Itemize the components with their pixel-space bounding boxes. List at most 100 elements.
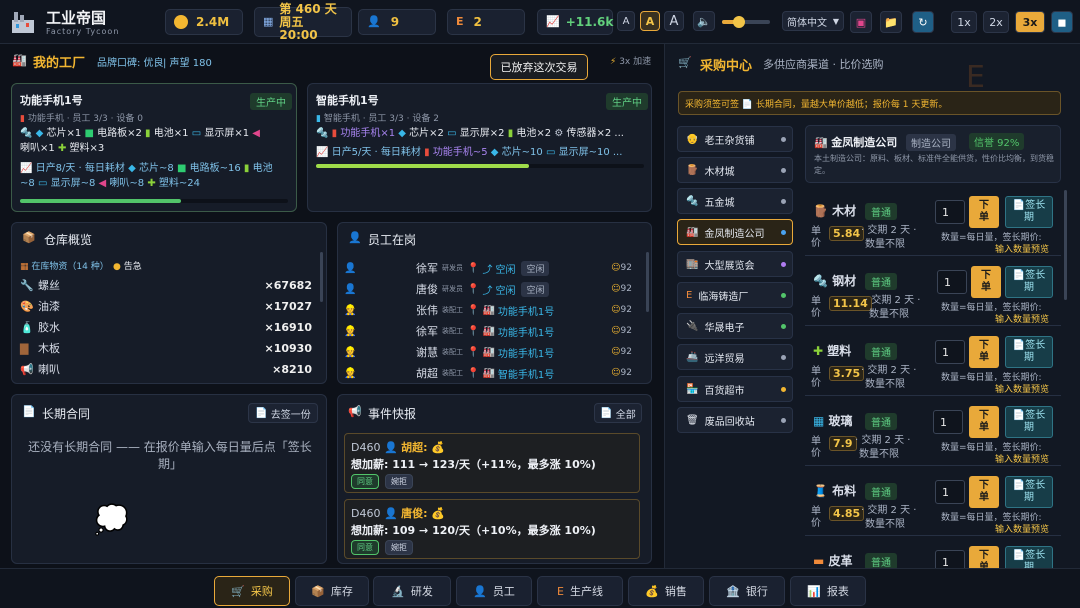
- nav-bank-button[interactable]: 🏦 银行: [709, 576, 785, 606]
- factory-icon: 🏭: [814, 136, 828, 149]
- line-meta: ▮ 功能手机 · 员工 3/3 · 设备 0: [20, 114, 143, 124]
- load-button[interactable]: 📁: [880, 11, 902, 33]
- save-button[interactable]: ▣: [850, 11, 872, 33]
- phone-icon: ▮: [316, 114, 321, 124]
- material-card: 🔩 钢材 普通 单价 11.14 · 交期 2 天 · 数量不限 1 下单 📄签…: [805, 260, 1061, 326]
- brand-reputation: 品牌口碑: 优良: [97, 58, 164, 69]
- box-icon: 📦: [22, 231, 36, 244]
- event-card: D460 👤 唐俊: 💰 想加薪: 109 → 120/天（+10%，最多涨 1…: [344, 499, 640, 559]
- chart-up-icon: 📈: [546, 15, 560, 28]
- flask-icon: 🔬: [391, 584, 405, 598]
- supplier-item-selected[interactable]: 🏭 金凤制造公司: [677, 219, 793, 245]
- bolt-icon: ⚡: [610, 57, 617, 67]
- supplier-item[interactable]: 🪵 木材城: [677, 157, 793, 183]
- supplier-item[interactable]: 🏬 大型展览会: [677, 251, 793, 277]
- supplier-item[interactable]: Ε 临海铸造厂: [677, 282, 793, 308]
- supplier-item[interactable]: 👴 老王杂货铺: [677, 126, 793, 152]
- warehouse-scrollbar[interactable]: [320, 252, 323, 302]
- nav-research-button[interactable]: 🔬 研发: [373, 576, 451, 606]
- purchase-subtitle: 多供应商渠道 · 比价选购: [763, 58, 884, 71]
- quantity-input[interactable]: 1: [935, 340, 965, 364]
- long-term-button[interactable]: 📄签长期: [1005, 406, 1053, 438]
- quantity-input[interactable]: 1: [935, 200, 965, 224]
- pause-button[interactable]: ◼: [1051, 11, 1073, 33]
- supplier-item[interactable]: 🚢 远洋贸易: [677, 344, 793, 370]
- day-label: 第 460 天: [279, 1, 337, 16]
- purchase-notice: 采购须签可签 📄 长期合同，量越大单价越低；报价每 1 天更新。: [678, 91, 1061, 115]
- crane-decoration-icon: Ε: [966, 60, 985, 95]
- staff-row[interactable]: 👷 胡超 装配工 📍 🏭 智能手机1号 ☺92: [344, 363, 640, 383]
- time-label: 周五 20:00: [279, 14, 318, 42]
- order-button[interactable]: 下单: [971, 266, 1001, 298]
- order-button[interactable]: 下单: [969, 196, 999, 228]
- vendor-description: 本土制造公司：原料、板材、标准件全能供货，性价比均衡，到货稳定。: [814, 154, 1054, 175]
- staff-row[interactable]: 👤 徐军 研发员 📍 ⤴ 空闲 空闲 ☺92: [344, 258, 640, 278]
- speaker-icon: 🔈: [697, 14, 711, 28]
- font-medium-button[interactable]: A: [640, 11, 660, 31]
- nav-inventory-button[interactable]: 📦 库存: [295, 576, 369, 606]
- staff-row[interactable]: 👷 张伟 装配工 📍 🏭 功能手机1号 ☺92: [344, 300, 640, 320]
- order-button[interactable]: 下单: [969, 336, 999, 368]
- order-button[interactable]: 下单: [969, 406, 999, 438]
- staff-row[interactable]: 👤 唐俊 研发员 📍 ⤴ 空闲 空闲 ☺92: [344, 279, 640, 299]
- contracts-panel: 📄 长期合同 📄 去签一份 还没有长期合同 —— 在报价单输入每日量后点「签长期」…: [11, 394, 327, 564]
- worker-icon: 👤: [367, 15, 381, 28]
- staff-row[interactable]: 👷 谢慧 装配工 📍 🏭 功能手机1号 ☺92: [344, 342, 640, 362]
- reject-button[interactable]: 婉拒: [385, 474, 413, 489]
- order-button[interactable]: 下单: [969, 546, 999, 568]
- language-select[interactable]: 简体中文 ▼: [782, 11, 844, 31]
- factory-title: 我的工厂: [33, 56, 86, 71]
- long-term-button[interactable]: 📄签长期: [1005, 266, 1053, 298]
- worker-avatar-icon: 👤: [344, 262, 357, 274]
- production-line-card[interactable]: 功能手机1号 生产中 ▮ 功能手机 · 员工 3/3 · 设备 0 🔩 ◆ 芯片…: [11, 83, 297, 212]
- sign-contract-button[interactable]: 📄 去签一份: [248, 403, 318, 423]
- long-term-button[interactable]: 📄签长期: [1005, 196, 1053, 228]
- production-line-icon: Ε: [557, 584, 564, 598]
- nav-staff-button[interactable]: 👤 员工: [456, 576, 532, 606]
- factory-logo-icon: [10, 10, 36, 34]
- supplier-item[interactable]: 🔩 五金城: [677, 188, 793, 214]
- order-button[interactable]: 下单: [969, 476, 999, 508]
- paint-icon: 🎨: [20, 299, 34, 313]
- nav-report-button[interactable]: 📊 报表: [790, 576, 866, 606]
- speed-1x-button[interactable]: 1x: [951, 11, 977, 33]
- nav-sales-button[interactable]: 💰 销售: [628, 576, 704, 606]
- worker-avatar-icon: 👷: [344, 367, 357, 379]
- sound-button[interactable]: 🔈: [693, 11, 715, 31]
- volume-slider[interactable]: [722, 16, 770, 28]
- staff-scrollbar[interactable]: [646, 252, 649, 312]
- font-large-button[interactable]: A: [664, 11, 684, 31]
- supplier-item[interactable]: 🏪 百货超市: [677, 376, 793, 402]
- reject-button[interactable]: 婉拒: [385, 540, 413, 555]
- accept-button[interactable]: 同意: [351, 474, 379, 489]
- date-stat: ▦ 第 460 天 周五 20:00: [254, 2, 352, 41]
- worker-icon: 👤: [473, 584, 487, 598]
- production-line-card[interactable]: 智能手机1号 生产中 ▮ 智能手机 · 员工 3/3 · 设备 2 🔩 ▮ 功能…: [307, 83, 652, 212]
- quantity-input[interactable]: 1: [935, 550, 965, 568]
- fame-label: | 声望 180: [163, 58, 212, 69]
- accept-button[interactable]: 同意: [351, 540, 379, 555]
- lines-stat: Ε 2: [447, 9, 525, 35]
- all-events-button[interactable]: 📄 全部: [594, 403, 642, 423]
- long-term-button[interactable]: 📄签长期: [1005, 336, 1053, 368]
- alert-label: ● 告急: [113, 262, 142, 272]
- speed-3x-button[interactable]: 3x: [1015, 11, 1045, 33]
- events-title: 事件快报: [368, 407, 417, 421]
- speed-2x-button[interactable]: 2x: [983, 11, 1009, 33]
- materials-scrollbar[interactable]: [1064, 190, 1067, 300]
- supplier-item[interactable]: 🗑 废品回收站: [677, 407, 793, 433]
- long-term-button[interactable]: 📄签长期: [1005, 476, 1053, 508]
- volume-slider-handle[interactable]: [733, 16, 745, 28]
- vendor-card: 🏭 金凤制造公司 制造公司 信誉 92% 本土制造公司：原料、板材、标准件全能供…: [805, 125, 1061, 183]
- quantity-input[interactable]: 1: [935, 480, 965, 504]
- quantity-input[interactable]: 1: [937, 270, 967, 294]
- contracts-empty-text: 还没有长期合同 —— 在报价单输入每日量后点「签长期」: [28, 440, 312, 471]
- nav-purchase-button[interactable]: 🛒 采购: [214, 576, 290, 606]
- supplier-item[interactable]: 🔌 华晟电子: [677, 313, 793, 339]
- staff-row[interactable]: 👷 徐军 装配工 📍 🏭 功能手机1号 ☺92: [344, 321, 640, 341]
- font-small-button[interactable]: A: [617, 11, 635, 31]
- long-term-button[interactable]: 📄签长期: [1005, 546, 1053, 568]
- quantity-input[interactable]: 1: [933, 410, 963, 434]
- nav-production-button[interactable]: Ε 生产线: [537, 576, 623, 606]
- refresh-button[interactable]: ↻: [912, 11, 934, 33]
